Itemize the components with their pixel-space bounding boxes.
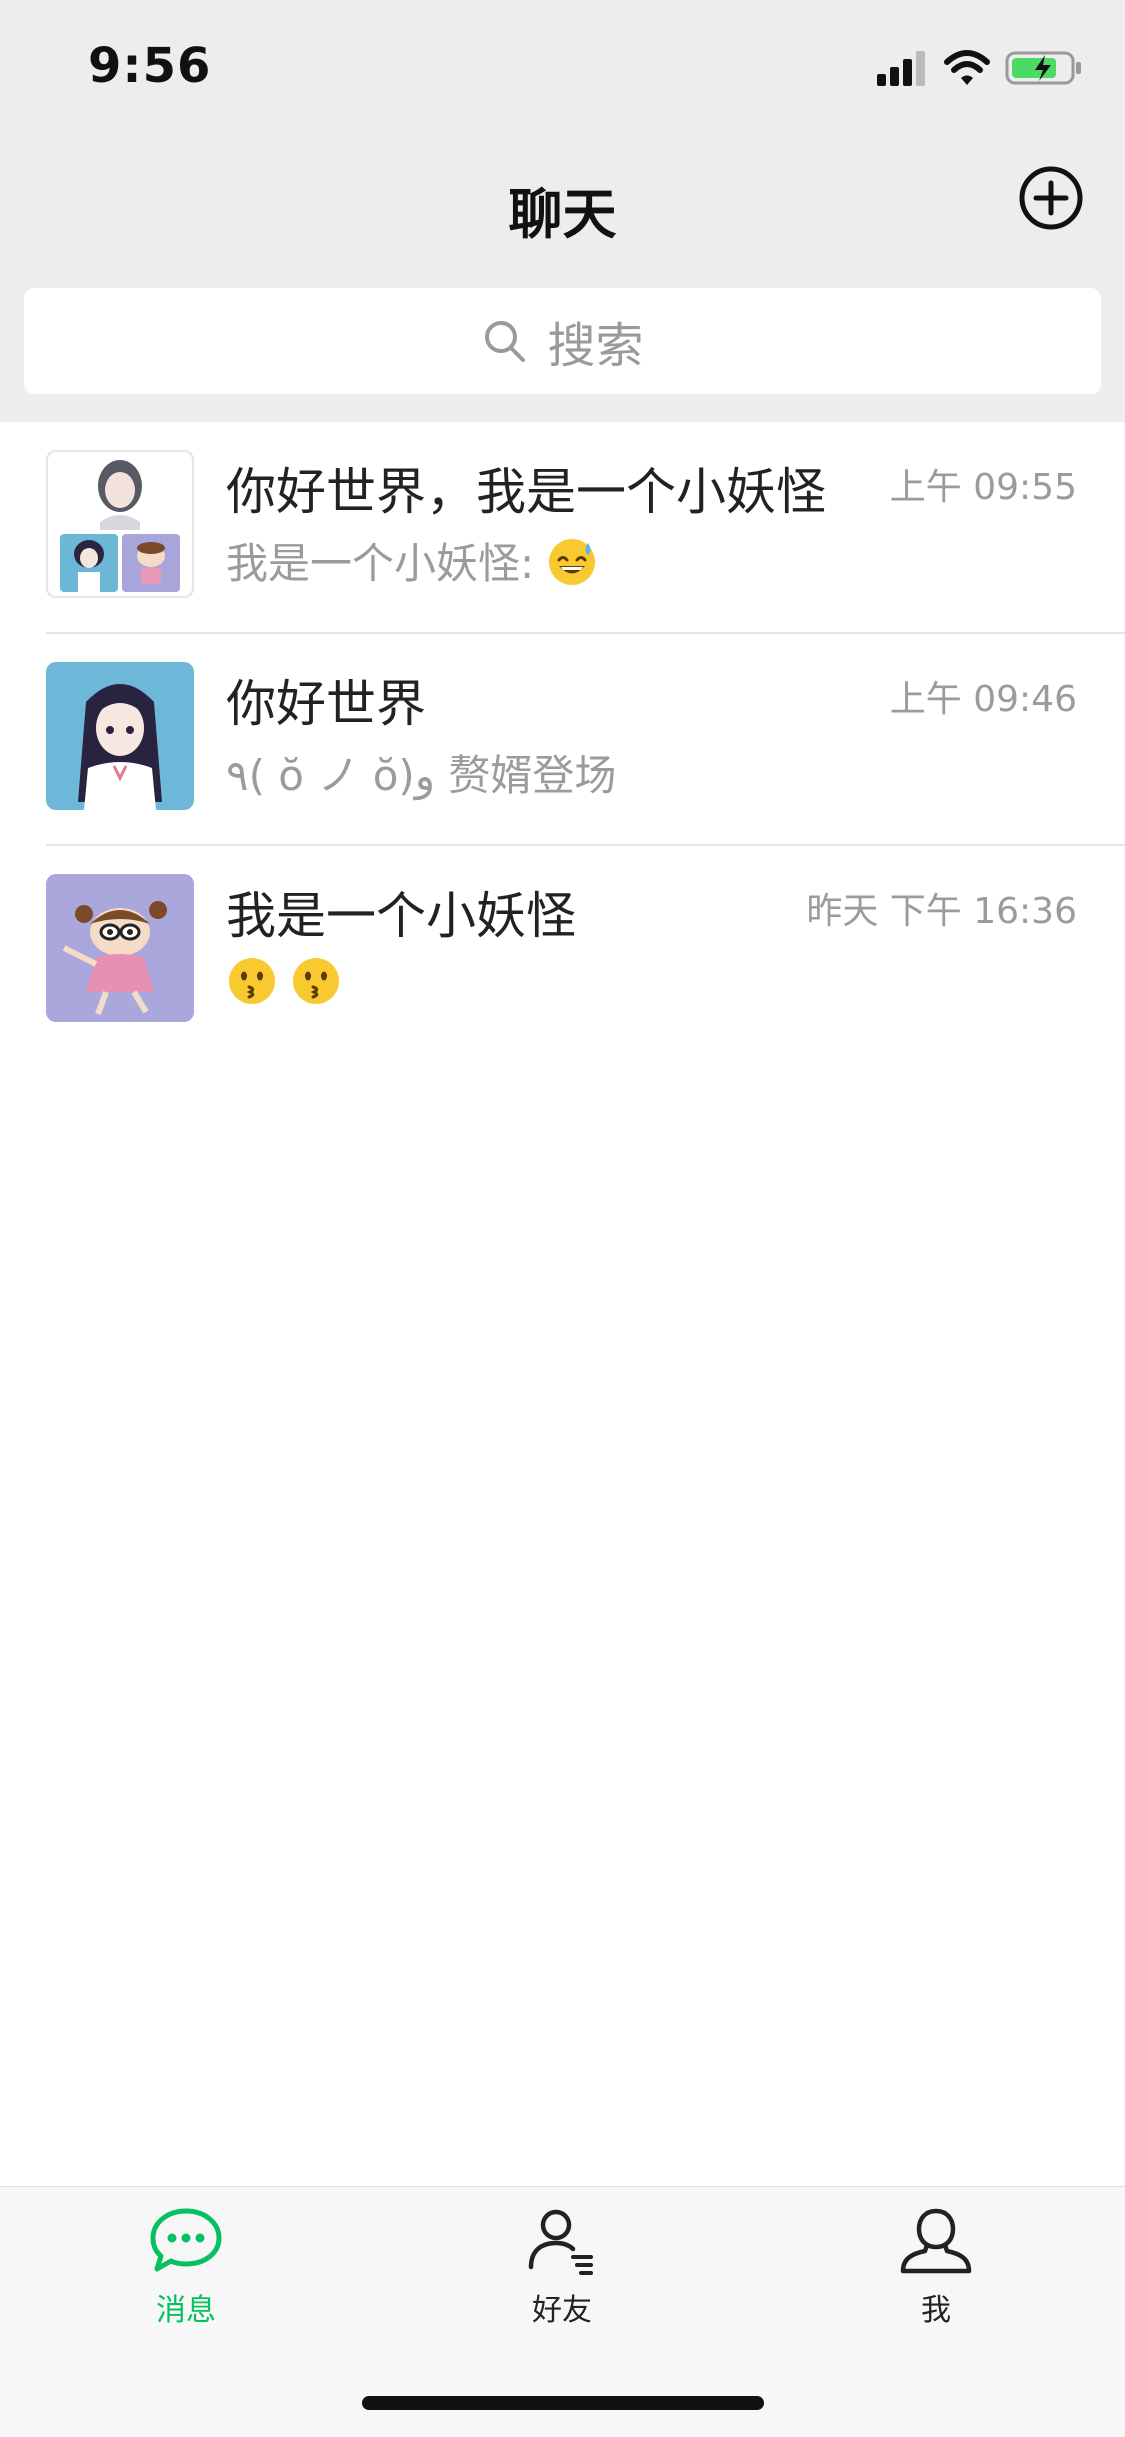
chat-preview: 我是一个小妖怪: <box>226 530 1046 591</box>
search-placeholder: 搜索 <box>547 318 644 374</box>
chat-preview-text: 我是一个小妖怪: <box>226 539 535 588</box>
tab-label: 我 <box>921 2293 951 2328</box>
chat-list: 你好世界，我是一个小妖怪 上午 09:55 我是一个小妖怪: 你好世界 上午 0… <box>0 422 1125 1058</box>
friends-icon <box>528 2209 593 2275</box>
group-avatar <box>46 450 194 598</box>
chat-preview <box>226 954 1046 1006</box>
search-icon <box>485 321 526 362</box>
tab-me[interactable]: 我 <box>836 2205 1036 2329</box>
page-title: 聊天 <box>508 183 617 246</box>
battery-icon <box>1005 51 1081 85</box>
home-indicator <box>362 2396 764 2410</box>
chat-preview: ٩( ŏ ノ ŏ)و 赘婿登场 <box>226 742 1046 803</box>
kissing-face-emoji-icon <box>293 958 339 1004</box>
add-button[interactable] <box>1017 164 1085 232</box>
chat-list-item[interactable]: 你好世界，我是一个小妖怪 上午 09:55 我是一个小妖怪: <box>0 422 1125 634</box>
avatar <box>46 874 194 1022</box>
chat-name: 你好世界 <box>226 675 426 733</box>
nav-bar: 聊天 <box>0 130 1125 266</box>
sweat-smile-emoji-icon <box>549 538 596 585</box>
tab-label: 消息 <box>156 2293 216 2328</box>
chat-bubble-icon <box>150 2208 222 2272</box>
avatar <box>46 662 194 810</box>
chat-list-item[interactable]: 我是一个小妖怪 昨天 下午 16:36 <box>0 846 1125 1058</box>
chat-name: 你好世界，我是一个小妖怪 <box>226 463 826 521</box>
search-area: 搜索 <box>0 266 1125 422</box>
tab-friends[interactable]: 好友 <box>462 2205 662 2329</box>
chat-preview-text: ٩( ŏ ノ ŏ)و 赘婿登场 <box>226 751 617 800</box>
status-time: 9:56 <box>88 38 212 94</box>
chat-time: 上午 09:46 <box>889 679 1077 720</box>
tab-label: 好友 <box>532 2293 592 2328</box>
profile-icon <box>900 2208 972 2274</box>
chat-time: 上午 09:55 <box>889 467 1077 508</box>
tab-messages[interactable]: 消息 <box>86 2205 286 2329</box>
chat-name: 我是一个小妖怪 <box>226 887 576 945</box>
chat-time: 昨天 下午 16:36 <box>806 891 1077 932</box>
status-bar: 9:56 <box>0 0 1125 130</box>
chat-list-item[interactable]: 你好世界 上午 09:46 ٩( ŏ ノ ŏ)و 赘婿登场 <box>0 634 1125 846</box>
search-input[interactable]: 搜索 <box>24 288 1101 394</box>
cellular-signal-icon <box>877 51 925 86</box>
wifi-icon <box>944 50 990 85</box>
status-icons <box>875 48 1085 88</box>
kissing-face-emoji-icon <box>229 958 275 1004</box>
plus-circle-icon <box>1019 166 1083 230</box>
